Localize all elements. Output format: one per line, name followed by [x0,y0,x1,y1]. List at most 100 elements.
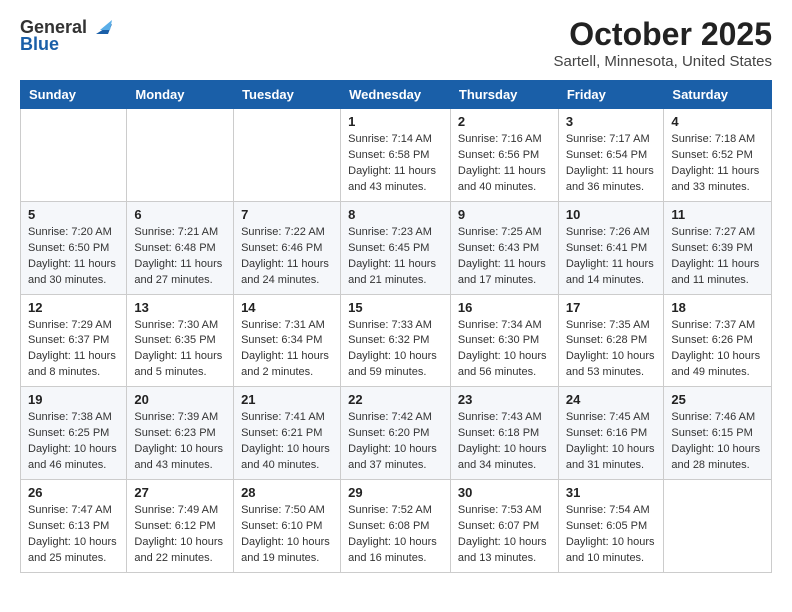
day-info: Sunrise: 7:33 AMSunset: 6:32 PMDaylight:… [348,318,443,382]
day-info: Sunrise: 7:38 AMSunset: 6:25 PMDaylight:… [28,410,119,474]
day-number: 9 [458,207,551,222]
day-info: Sunrise: 7:29 AMSunset: 6:37 PMDaylight:… [28,318,119,382]
day-number: 26 [28,485,119,500]
day-info: Sunrise: 7:37 AMSunset: 6:26 PMDaylight:… [671,318,764,382]
day-info: Sunrise: 7:21 AMSunset: 6:48 PMDaylight:… [134,225,226,289]
day-number: 21 [241,392,333,407]
day-number: 3 [566,114,657,129]
day-info: Sunrise: 7:26 AMSunset: 6:41 PMDaylight:… [566,225,657,289]
day-number: 23 [458,392,551,407]
day-info: Sunrise: 7:41 AMSunset: 6:21 PMDaylight:… [241,410,333,474]
day-number: 19 [28,392,119,407]
calendar-cell [234,109,341,202]
day-number: 29 [348,485,443,500]
calendar-cell: 4 Sunrise: 7:18 AMSunset: 6:52 PMDaylight… [664,109,772,202]
day-number: 12 [28,300,119,315]
calendar-cell: 1 Sunrise: 7:14 AMSunset: 6:58 PMDaylight… [341,109,451,202]
day-number: 11 [671,207,764,222]
day-info: Sunrise: 7:35 AMSunset: 6:28 PMDaylight:… [566,318,657,382]
calendar-cell: 24Sunrise: 7:45 AMSunset: 6:16 PMDayligh… [558,387,664,480]
calendar-cell: 26 Sunrise: 7:47 AMSunset: 6:13 PMDayligh… [21,480,127,573]
day-info: Sunrise: 7:54 AMSunset: 6:05 PMDaylight:… [566,503,657,567]
day-info: Sunrise: 7:49 AMSunset: 6:12 PMDaylight:… [134,503,226,567]
calendar-week-row: 1 Sunrise: 7:14 AMSunset: 6:58 PMDaylight… [21,109,772,202]
day-number: 14 [241,300,333,315]
day-info: Sunrise: 7:39 AMSunset: 6:23 PMDaylight:… [134,410,226,474]
day-number: 5 [28,207,119,222]
day-number: 7 [241,207,333,222]
calendar-cell: 7 Sunrise: 7:22 AMSunset: 6:46 PMDaylight… [234,201,341,294]
day-info: Sunrise: 7:47 AMSunset: 6:13 PMDaylight:… [28,503,119,567]
day-number: 31 [566,485,657,500]
calendar-cell: 11 Sunrise: 7:27 AMSunset: 6:39 PMDayligh… [664,201,772,294]
page-header: General Blue October 2025 Sartell, Minne… [20,16,772,70]
calendar-cell: 17Sunrise: 7:35 AMSunset: 6:28 PMDayligh… [558,294,664,387]
day-number: 1 [348,114,443,129]
calendar-cell: 15Sunrise: 7:33 AMSunset: 6:32 PMDayligh… [341,294,451,387]
calendar-cell: 12 Sunrise: 7:29 AMSunset: 6:37 PMDayligh… [21,294,127,387]
weekday-header-row: SundayMondayTuesdayWednesdayThursdayFrid… [21,81,772,109]
day-number: 25 [671,392,764,407]
day-number: 6 [134,207,226,222]
day-number: 13 [134,300,226,315]
calendar-cell: 2Sunrise: 7:16 AMSunset: 6:56 PMDaylight… [450,109,558,202]
day-info: Sunrise: 7:20 AMSunset: 6:50 PMDaylight:… [28,225,119,289]
calendar-cell: 28Sunrise: 7:50 AMSunset: 6:10 PMDayligh… [234,480,341,573]
day-info: Sunrise: 7:16 AMSunset: 6:56 PMDaylight:… [458,132,551,196]
weekday-header: Friday [558,81,664,109]
calendar-cell: 30Sunrise: 7:53 AMSunset: 6:07 PMDayligh… [450,480,558,573]
calendar-cell: 29 Sunrise: 7:52 AMSunset: 6:08 PMDayligh… [341,480,451,573]
day-info: Sunrise: 7:34 AMSunset: 6:30 PMDaylight:… [458,318,551,382]
day-number: 10 [566,207,657,222]
calendar-cell: 22 Sunrise: 7:42 AMSunset: 6:20 PMDayligh… [341,387,451,480]
weekday-header: Tuesday [234,81,341,109]
day-info: Sunrise: 7:31 AMSunset: 6:34 PMDaylight:… [241,318,333,382]
calendar-cell: 21 Sunrise: 7:41 AMSunset: 6:21 PMDayligh… [234,387,341,480]
day-info: Sunrise: 7:17 AMSunset: 6:54 PMDaylight:… [566,132,657,196]
day-number: 4 [671,114,764,129]
day-info: Sunrise: 7:53 AMSunset: 6:07 PMDaylight:… [458,503,551,567]
calendar-cell: 25Sunrise: 7:46 AMSunset: 6:15 PMDayligh… [664,387,772,480]
calendar-cell: 9 Sunrise: 7:25 AMSunset: 6:43 PMDaylight… [450,201,558,294]
weekday-header: Saturday [664,81,772,109]
calendar-cell: 13 Sunrise: 7:30 AMSunset: 6:35 PMDayligh… [127,294,234,387]
calendar-cell: 20 Sunrise: 7:39 AMSunset: 6:23 PMDayligh… [127,387,234,480]
calendar-cell: 18 Sunrise: 7:37 AMSunset: 6:26 PMDayligh… [664,294,772,387]
day-number: 22 [348,392,443,407]
day-number: 8 [348,207,443,222]
title-block: October 2025 Sartell, Minnesota, United … [554,16,772,70]
day-info: Sunrise: 7:42 AMSunset: 6:20 PMDaylight:… [348,410,443,474]
day-info: Sunrise: 7:18 AMSunset: 6:52 PMDaylight:… [671,132,764,196]
day-info: Sunrise: 7:52 AMSunset: 6:08 PMDaylight:… [348,503,443,567]
day-number: 18 [671,300,764,315]
calendar-week-row: 12 Sunrise: 7:29 AMSunset: 6:37 PMDayligh… [21,294,772,387]
calendar-cell [21,109,127,202]
day-info: Sunrise: 7:30 AMSunset: 6:35 PMDaylight:… [134,318,226,382]
logo: General Blue [20,16,112,55]
calendar-cell: 31 Sunrise: 7:54 AMSunset: 6:05 PMDayligh… [558,480,664,573]
day-info: Sunrise: 7:22 AMSunset: 6:46 PMDaylight:… [241,225,333,289]
day-info: Sunrise: 7:25 AMSunset: 6:43 PMDaylight:… [458,225,551,289]
calendar-cell: 16Sunrise: 7:34 AMSunset: 6:30 PMDayligh… [450,294,558,387]
weekday-header: Monday [127,81,234,109]
weekday-header: Wednesday [341,81,451,109]
calendar-cell: 10 Sunrise: 7:26 AMSunset: 6:41 PMDayligh… [558,201,664,294]
calendar-cell: 27Sunrise: 7:49 AMSunset: 6:12 PMDayligh… [127,480,234,573]
day-number: 24 [566,392,657,407]
calendar-cell: 5 Sunrise: 7:20 AMSunset: 6:50 PMDaylight… [21,201,127,294]
calendar-cell: 8Sunrise: 7:23 AMSunset: 6:45 PMDaylight… [341,201,451,294]
calendar-cell [664,480,772,573]
location: Sartell, Minnesota, United States [554,53,772,70]
day-info: Sunrise: 7:50 AMSunset: 6:10 PMDaylight:… [241,503,333,567]
calendar-cell: 14 Sunrise: 7:31 AMSunset: 6:34 PMDayligh… [234,294,341,387]
calendar-week-row: 5 Sunrise: 7:20 AMSunset: 6:50 PMDaylight… [21,201,772,294]
calendar-cell: 23Sunrise: 7:43 AMSunset: 6:18 PMDayligh… [450,387,558,480]
day-info: Sunrise: 7:14 AMSunset: 6:58 PMDaylight:… [348,132,443,196]
weekday-header: Sunday [21,81,127,109]
calendar-cell [127,109,234,202]
weekday-header: Thursday [450,81,558,109]
calendar-cell: 3 Sunrise: 7:17 AMSunset: 6:54 PMDaylight… [558,109,664,202]
day-number: 20 [134,392,226,407]
calendar-cell: 6 Sunrise: 7:21 AMSunset: 6:48 PMDaylight… [127,201,234,294]
day-info: Sunrise: 7:27 AMSunset: 6:39 PMDaylight:… [671,225,764,289]
